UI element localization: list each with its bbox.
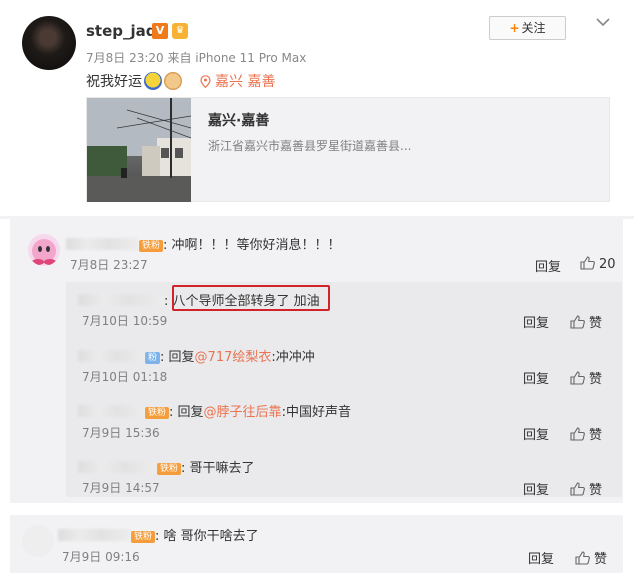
comment-line: 铁粉: 冲啊！！！等你好消息！！！	[66, 234, 341, 253]
reply-button[interactable]: 回复	[523, 479, 549, 498]
verified-v-badge: V	[152, 23, 168, 39]
fan-badge: 粉	[145, 352, 161, 364]
reply-button[interactable]: 回复	[528, 548, 554, 567]
moon-emoji-icon	[144, 72, 162, 90]
author-username[interactable]: step_jad	[86, 22, 157, 40]
location-card[interactable]: 嘉兴·嘉善 浙江省嘉兴市嘉善县罗星街道嘉善县...	[86, 97, 610, 202]
reply-text: 哥干嘛去了	[189, 461, 255, 476]
comment-line: 铁粉: 啥 哥你干啥去了	[58, 525, 259, 544]
reply-button[interactable]: 回复	[523, 424, 549, 443]
blurred-username[interactable]	[78, 294, 164, 306]
like-label: 赞	[589, 316, 603, 331]
thumb-up-icon	[580, 256, 595, 270]
like-button[interactable]: 20	[580, 256, 616, 272]
post-text: 祝我好运 嘉兴 嘉善	[86, 72, 276, 90]
reply-text: :冲冲冲	[271, 350, 315, 365]
blurred-username[interactable]	[66, 238, 138, 250]
reply-button[interactable]: 回复	[523, 368, 549, 387]
comment-text: 啥 哥你干啥去了	[163, 529, 259, 544]
location-address: 浙江省嘉兴市嘉善县罗星街道嘉善县...	[208, 139, 412, 153]
blurred-username[interactable]	[78, 350, 144, 362]
like-button[interactable]: 赞	[570, 424, 602, 443]
reply-text: :中国好声音	[281, 405, 351, 420]
reply-line: 铁粉: 哥干嘛去了	[78, 457, 255, 476]
like-button[interactable]: 赞	[570, 479, 602, 498]
thumb-up-icon	[570, 371, 585, 385]
comment-time: 7月8日 23:27	[70, 258, 148, 272]
fan-badge: 铁粉	[157, 463, 182, 475]
like-label: 赞	[594, 552, 608, 567]
like-label: 赞	[589, 483, 603, 498]
location-link[interactable]: 嘉兴 嘉善	[215, 74, 275, 90]
mention-link[interactable]: @717绘梨衣	[195, 350, 272, 365]
reply-time: 7月10日 01:18	[82, 370, 168, 384]
thumb-up-icon	[570, 427, 585, 441]
comment-text: 冲啊！！！等你好消息！！！	[171, 238, 341, 253]
blurred-username[interactable]	[78, 405, 144, 417]
thumb-up-icon	[570, 482, 585, 496]
location-title: 嘉兴·嘉善	[208, 113, 270, 129]
reply-button[interactable]: 回复	[523, 312, 549, 331]
blurred-username[interactable]	[78, 461, 156, 473]
fan-badge: 铁粉	[131, 531, 156, 543]
blurred-username[interactable]	[58, 529, 130, 541]
fan-badge: 铁粉	[139, 240, 164, 252]
location-photo	[87, 98, 191, 202]
reply-time: 7月10日 10:59	[82, 314, 168, 328]
highlight-box	[172, 285, 330, 311]
thumb-up-icon	[570, 315, 585, 329]
reply-button[interactable]: 回复	[535, 256, 561, 275]
like-button[interactable]: 赞	[570, 312, 602, 331]
commenter-avatar[interactable]	[28, 234, 60, 266]
like-label: 赞	[589, 428, 603, 443]
thumb-up-icon	[575, 551, 590, 565]
member-crown-icon: ♛	[172, 23, 188, 39]
reply-line: 粉: 回复@717绘梨衣:冲冲冲	[78, 346, 315, 365]
fan-badge: 铁粉	[145, 407, 170, 419]
commenter-avatar[interactable]	[22, 525, 54, 557]
mention-link[interactable]: @脖子往后靠	[204, 405, 282, 420]
comment-time: 7月9日 09:16	[62, 550, 140, 564]
author-avatar[interactable]	[22, 16, 76, 70]
fist-emoji-icon	[164, 72, 182, 90]
reply-time: 7月9日 14:57	[82, 481, 160, 495]
divider	[0, 503, 634, 515]
reply-time: 7月9日 15:36	[82, 426, 160, 440]
like-count: 20	[599, 257, 616, 272]
post-meta: 7月8日 23:20 来自 iPhone 11 Pro Max	[86, 51, 307, 65]
reply-line: 铁粉: 回复@脖子往后靠:中国好声音	[78, 401, 351, 420]
caret-down-icon[interactable]	[595, 14, 611, 30]
like-button[interactable]: 赞	[570, 368, 602, 387]
like-label: 赞	[589, 372, 603, 387]
location-pin-icon	[200, 75, 211, 88]
weibo-post: step_jad V ♛ 7月8日 23:20 来自 iPhone 11 Pro…	[0, 0, 634, 216]
follow-button[interactable]: + 关注	[489, 16, 566, 40]
like-button[interactable]: 赞	[575, 548, 607, 567]
